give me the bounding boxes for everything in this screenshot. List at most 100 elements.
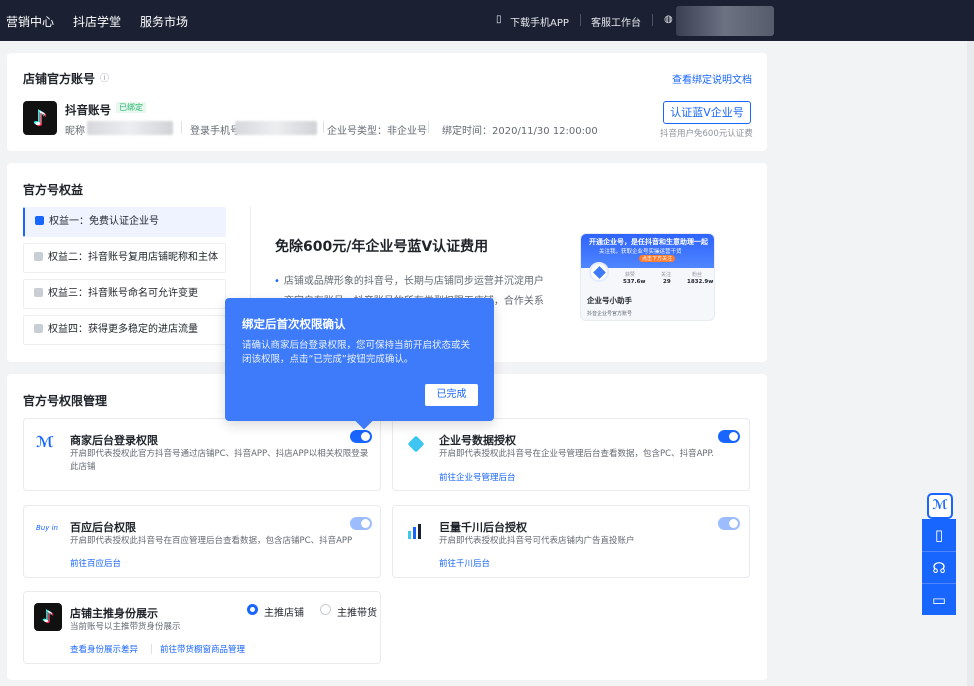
buyin-logo-icon: Buy in xyxy=(36,524,58,532)
benefit-label: 权益四：获得更多稳定的进店流量 xyxy=(48,324,198,335)
perm-qianchuan: 巨量千川后台授权 开启即代表授权此抖音号可代表店铺内广告直投账户 前往千川后台 xyxy=(392,505,750,578)
bar-chart-icon xyxy=(405,520,427,542)
nav-service-market[interactable]: 服务市场 xyxy=(140,13,188,30)
section-title: 店铺官方账号 xyxy=(23,72,96,86)
popover-body: 请确认商家后台登录权限，您可保持当前开启状态或关闭该权限，点击“已完成”按钮完成… xyxy=(242,340,471,365)
merchant-login-toggle[interactable] xyxy=(350,430,372,443)
divider xyxy=(151,644,152,654)
perm-desc: 开启即代表授权此抖音号可代表店铺内广告直投账户 xyxy=(439,536,635,546)
headset-support-icon[interactable]: ☊ xyxy=(922,551,956,583)
bar-chart-icon xyxy=(418,524,421,539)
perm-title: 商家后台登录权限 xyxy=(70,434,158,447)
perm-desc: 开启即代表授权此抖音号在企业号管理后台查看数据，包含PC、抖音APP. xyxy=(439,449,715,459)
nav-marketing-center[interactable]: 营销中心 xyxy=(6,13,54,30)
download-app-link[interactable]: 下载手机APP xyxy=(510,14,569,29)
section-title: 官方号权限管理 xyxy=(23,394,108,408)
account-type: 企业号类型：非企业号 xyxy=(327,126,427,137)
perm-desc: 开启即代表授权此官方抖音号通过店铺PC、抖音APP、抖店APP以相关权限登录此店… xyxy=(70,449,369,472)
divider xyxy=(580,14,581,26)
nickname-label: 昵称 xyxy=(65,126,85,137)
radio-promote-store[interactable] xyxy=(247,604,258,615)
douyin-logo-icon: ♪ xyxy=(34,603,62,631)
divider xyxy=(428,121,429,133)
stat-label: 粉丝 xyxy=(692,272,703,278)
radio-label: 主推带货 xyxy=(337,608,377,619)
perm-buyin: Buy in 百应后台权限 开启即代表授权此抖音号在百应管理后台查看数据，包含店… xyxy=(23,505,381,578)
shield-icon xyxy=(34,324,43,333)
benefit-headline: 免除600元/年企业号蓝V认证费用 xyxy=(275,239,489,255)
guide-book-icon[interactable]: ▯ xyxy=(922,519,956,551)
enterprise-data-toggle[interactable] xyxy=(718,430,740,443)
promo-account-tag: 抖音企业号官方账号 xyxy=(587,311,633,317)
benefit-tab-2[interactable]: 权益二：抖音账号复用店铺昵称和主体 xyxy=(23,243,226,273)
help-icon[interactable]: ⓘ xyxy=(100,71,109,84)
benefit-tab-3[interactable]: 权益三：抖音账号命名可允许变更 xyxy=(23,279,226,309)
enterprise-diamond-icon xyxy=(405,433,427,455)
identity-diff-link[interactable]: 查看身份展示差异 xyxy=(70,643,138,655)
buyin-backend-link[interactable]: 前往百应后台 xyxy=(70,557,121,569)
perm-title: 百应后台权限 xyxy=(70,521,136,534)
benefit-tab-4[interactable]: 权益四：获得更多稳定的进店流量 xyxy=(23,315,226,345)
promo-banner-text: 开通企业号，是任抖音和生意助理一起 xyxy=(589,238,708,246)
chat-message-icon[interactable]: ▭ xyxy=(922,583,956,615)
account-name-blurred[interactable] xyxy=(676,6,774,36)
bar-chart-icon xyxy=(408,531,411,539)
top-navigation-bar: 营销中心 抖店学堂 服务市场 ▯ 下载手机APP 客服工作台 ◍ xyxy=(0,0,974,41)
stat-value: 537.6w xyxy=(623,279,646,285)
nickname-blurred xyxy=(87,121,173,135)
perm-merchant-login: ℳ 商家后台登录权限 开启即代表授权此官方抖音号通过店铺PC、抖音APP、抖店A… xyxy=(23,418,381,491)
verify-fee-note: 抖音用户免600元认证费 xyxy=(660,129,753,139)
bound-status-badge: 已绑定 xyxy=(116,102,146,113)
buyin-toggle[interactable] xyxy=(350,517,372,530)
douyin-logo-icon: ♪ xyxy=(23,101,57,135)
perm-desc: 当前账号以主推带货身份展示 xyxy=(70,622,181,632)
assistant-avatar-icon xyxy=(589,262,609,282)
perm-enterprise-data: 企业号数据授权 开启即代表授权此抖音号在企业号管理后台查看数据，包含PC、抖音A… xyxy=(392,418,750,491)
perm-title: 巨量千川后台授权 xyxy=(439,521,527,534)
verify-blue-v-button[interactable]: 认证蓝V企业号 xyxy=(663,101,751,124)
benefit-point: 店铺或品牌形象的抖音号，长期与店铺同步运营并沉淀用户 xyxy=(274,272,544,287)
qianchuan-toggle[interactable] xyxy=(718,517,740,530)
promo-follow-badge: 点击下方关注 xyxy=(639,255,676,262)
shield-icon xyxy=(35,216,44,225)
radio-promote-goods[interactable] xyxy=(320,604,331,615)
promo-account-name: 企业号小助手 xyxy=(587,296,632,305)
benefit-tab-1[interactable]: 权益一：免费认证企业号 xyxy=(23,207,226,237)
service-desk-link[interactable]: 客服工作台 xyxy=(591,14,641,29)
promo-preview-image: 开通企业号，是任抖音和生意助理一起 关注我，获取企业号实操运营干货 点击下方关注… xyxy=(580,233,715,321)
perm-title: 店铺主推身份展示 xyxy=(70,607,158,620)
official-account-card: 店铺官方账号 ⓘ 查看绑定说明文档 ♪ 抖音账号 已绑定 昵称 登录手机号 企业… xyxy=(7,53,767,151)
perm-desc: 开启即代表授权此抖音号在百应管理后台查看数据，包含店铺PC、抖音APP xyxy=(70,536,353,546)
stat-value: 1832.9w xyxy=(687,279,714,285)
nav-store-academy[interactable]: 抖店学堂 xyxy=(73,13,121,30)
phone-label: 登录手机号 xyxy=(190,126,240,137)
account-name: 抖音账号 xyxy=(65,103,111,117)
showcase-manage-link[interactable]: 前往带货橱窗商品管理 xyxy=(160,643,245,655)
section-title: 官方号权益 xyxy=(23,183,84,197)
stat-value: 29 xyxy=(663,279,671,285)
binding-doc-link[interactable]: 查看绑定说明文档 xyxy=(672,71,752,86)
bar-chart-icon xyxy=(413,527,416,539)
done-button[interactable]: 已完成 xyxy=(425,384,478,406)
qianchuan-backend-link[interactable]: 前往千川后台 xyxy=(439,557,490,569)
first-permission-confirm-popover: 绑定后首次权限确认 请确认商家后台登录权限，您可保持当前开启状态或关闭该权限，点… xyxy=(225,298,494,430)
popover-title: 绑定后首次权限确认 xyxy=(242,317,346,331)
user-avatar-icon[interactable]: ◍ xyxy=(664,14,673,25)
perm-title: 企业号数据授权 xyxy=(439,434,516,447)
perm-identity-display: ♪ 店铺主推身份展示 当前账号以主推带货身份展示 查看身份展示差异 前往带货橱窗… xyxy=(23,591,381,664)
radio-label: 主推店铺 xyxy=(264,608,304,619)
shield-icon xyxy=(34,252,43,261)
divider xyxy=(652,14,653,26)
phone-blurred xyxy=(235,121,317,135)
enterprise-backend-link[interactable]: 前往企业号管理后台 xyxy=(439,471,516,483)
stat-label: 关注 xyxy=(661,272,672,278)
doudian-assistant-icon[interactable]: ℳ xyxy=(927,493,953,519)
shield-icon xyxy=(34,288,43,297)
divider xyxy=(181,121,182,133)
phone-icon: ▯ xyxy=(496,14,502,25)
page-scrollbar[interactable] xyxy=(967,41,974,686)
stat-label: 获赞 xyxy=(625,272,636,278)
doudian-logo-icon: ℳ xyxy=(36,433,54,451)
benefit-label: 权益二：抖音账号复用店铺昵称和主体 xyxy=(48,252,218,263)
promo-sub-text: 关注我，获取企业号实操运营干货 xyxy=(599,249,682,255)
